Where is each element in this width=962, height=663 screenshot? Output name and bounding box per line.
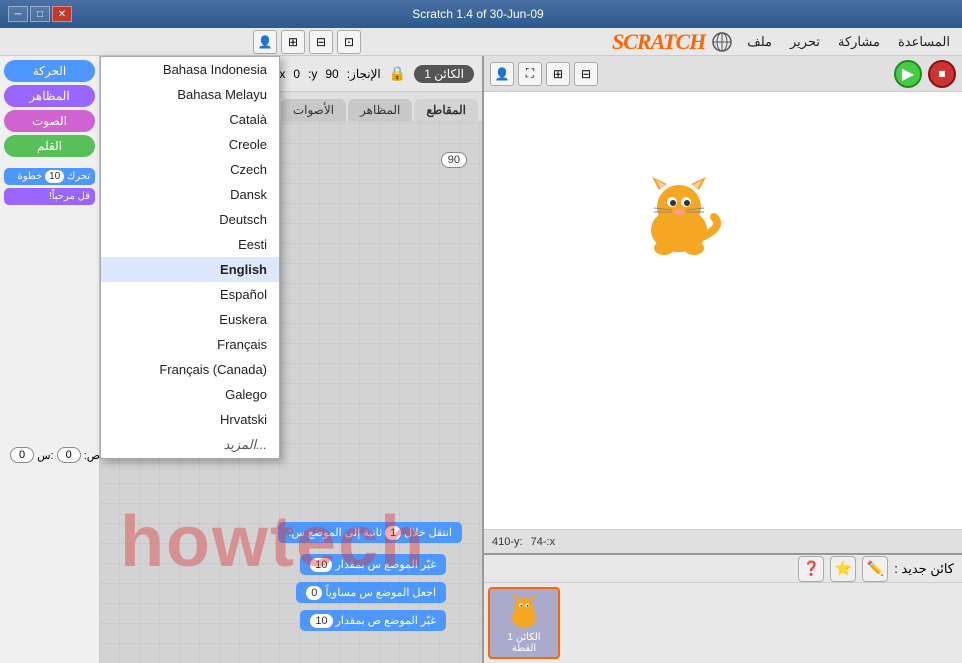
script-block-4[interactable]: غيّر الموضع ص بمقدار 10 (300, 610, 446, 631)
fullscreen-btn[interactable]: ⊞ (546, 62, 570, 86)
sprite-list: الكائن 1 القطة (484, 583, 962, 663)
coord-y-label: :y (514, 536, 523, 548)
tab-costumes[interactable]: المظاهر (348, 99, 412, 121)
lang-item-9[interactable]: Español (101, 282, 279, 307)
lang-item-8[interactable]: English (101, 257, 279, 282)
sprite-library-toolbar: كائن جديد : ✏️ ⭐ ❓ (484, 555, 962, 583)
lang-item-13[interactable]: Galego (101, 382, 279, 407)
lang-item-3[interactable]: Creole (101, 132, 279, 157)
title-bar: ─ □ ✕ Scratch 1.4 of 30-Jun-09 (0, 0, 962, 28)
minimize-button[interactable]: ─ (8, 6, 28, 22)
lang-item-10[interactable]: Euskera (101, 307, 279, 332)
lang-item-5[interactable]: Dansk (101, 182, 279, 207)
lang-item-14[interactable]: Hrvatski (101, 407, 279, 432)
sprite-thumb-sub: القطة (512, 643, 536, 654)
sprite-library-label: كائن جديد : (894, 561, 954, 577)
lang-item-11[interactable]: Français (101, 332, 279, 357)
stage-coord-bar: x: -74 :y -410 (484, 529, 962, 553)
sprite-name: الكائن 1 (414, 65, 474, 83)
looks-category-btn[interactable]: المظاهر (4, 85, 95, 107)
num-display-90: 90 (441, 152, 467, 168)
expand-btn-3[interactable]: ⊡ (337, 30, 361, 54)
motion-block-1[interactable]: تحرك 10 خطوة (4, 168, 95, 185)
lang-item-12[interactable]: Français (Canada) (101, 357, 279, 382)
stage-area: 👤 ⛶ ⊞ ⊟ ▶ ⏹ (482, 56, 962, 663)
scratch-cat (634, 172, 724, 262)
stop-btn[interactable]: ⏹ (928, 60, 956, 88)
lock-icon: 🔒 (389, 65, 406, 82)
y-label: y: (308, 67, 317, 81)
counter-val-x: 0 (10, 447, 34, 463)
stage-toolbar: 👤 ⛶ ⊞ ⊟ ▶ ⏹ (484, 56, 962, 92)
y-val: 0 (293, 67, 300, 81)
coord-y-val: -410 (492, 536, 514, 548)
coord-x-val: -74 (531, 536, 547, 548)
zoom-btn[interactable]: ⊟ (574, 62, 598, 86)
block-categories-panel: الحركة المظاهر الصوت القلم تحرك 10 خطوة … (0, 56, 100, 663)
sprite-thumb-cat[interactable]: الكائن 1 القطة (488, 587, 560, 659)
counter-row-1: ص: 0 :س 0 (10, 447, 100, 463)
tab-scripts[interactable]: المقاطع (414, 99, 478, 121)
lang-item-6[interactable]: Deutsch (101, 207, 279, 232)
star-sprite-btn[interactable]: ⭐ (830, 556, 856, 582)
completion-label: الإنجاز: (347, 67, 381, 81)
script-block-2[interactable]: غيّر الموضع س بمقدار 10 (300, 554, 446, 575)
completion-val: 90 (325, 67, 338, 81)
sound-category-btn[interactable]: الصوت (4, 110, 95, 132)
menu-item-help[interactable]: المساعدة (890, 31, 958, 53)
lang-item-more[interactable]: ...المزيد (101, 432, 279, 458)
sprite-thumb-cat-img (504, 592, 544, 632)
script-block-3[interactable]: اجعل الموضع س مساوياً 0 (296, 582, 446, 603)
menu-item-edit[interactable]: تحرير (782, 31, 828, 53)
script-block-1[interactable]: انتقل خلال 1 ثانية إلى الموضع س: (278, 522, 462, 543)
window-controls[interactable]: ─ □ ✕ (8, 6, 72, 22)
window-title: Scratch 1.4 of 30-Jun-09 (72, 7, 884, 21)
lang-item-1[interactable]: Bahasa Melayu (101, 82, 279, 107)
pen-category-btn[interactable]: القلم (4, 135, 95, 157)
lang-item-2[interactable]: Català (101, 107, 279, 132)
person-icon-btn[interactable]: 👤 (253, 30, 277, 54)
menu-item-file[interactable]: ملف (739, 31, 780, 53)
expand-btn-1[interactable]: ⊞ (281, 30, 305, 54)
paint-sprite-btn[interactable]: ✏️ (862, 556, 888, 582)
motion-category-btn[interactable]: الحركة (4, 60, 95, 82)
green-flag-btn[interactable]: ▶ (894, 60, 922, 88)
counter-label-s: ص: (84, 449, 100, 462)
sprite-library: كائن جديد : ✏️ ⭐ ❓ (484, 553, 962, 663)
maximize-button[interactable]: □ (30, 6, 50, 22)
lang-item-0[interactable]: Bahasa Indonesia (101, 57, 279, 82)
scratch-logo: SCRATCH (612, 29, 705, 55)
counter-label-x: :س (37, 449, 53, 462)
tab-sounds[interactable]: الأصوات (281, 99, 346, 121)
person-btn[interactable]: 👤 (490, 62, 514, 86)
menu-item-share[interactable]: مشاركة (830, 31, 888, 53)
stage-canvas (484, 92, 962, 529)
menu-bar: المساعدة مشاركة تحرير ملف SCRATCH 👤 ⊞ ⊟ … (0, 28, 962, 56)
help-sprite-btn[interactable]: ❓ (798, 556, 824, 582)
close-button[interactable]: ✕ (52, 6, 72, 22)
coord-x-label: x: (547, 536, 556, 548)
sprite-thumb-name: الكائن 1 (507, 632, 540, 643)
lang-item-4[interactable]: Czech (101, 157, 279, 182)
looks-block-1[interactable]: قل مرحباً! (4, 188, 95, 205)
language-dropdown: Bahasa Indonesia Bahasa Melayu Català Cr… (100, 56, 280, 459)
fitscreen-btn[interactable]: ⛶ (518, 62, 542, 86)
expand-btn-2[interactable]: ⊟ (309, 30, 333, 54)
globe-icon[interactable] (711, 31, 733, 53)
lang-item-7[interactable]: Eesti (101, 232, 279, 257)
counter-val-s: 0 (57, 447, 81, 463)
